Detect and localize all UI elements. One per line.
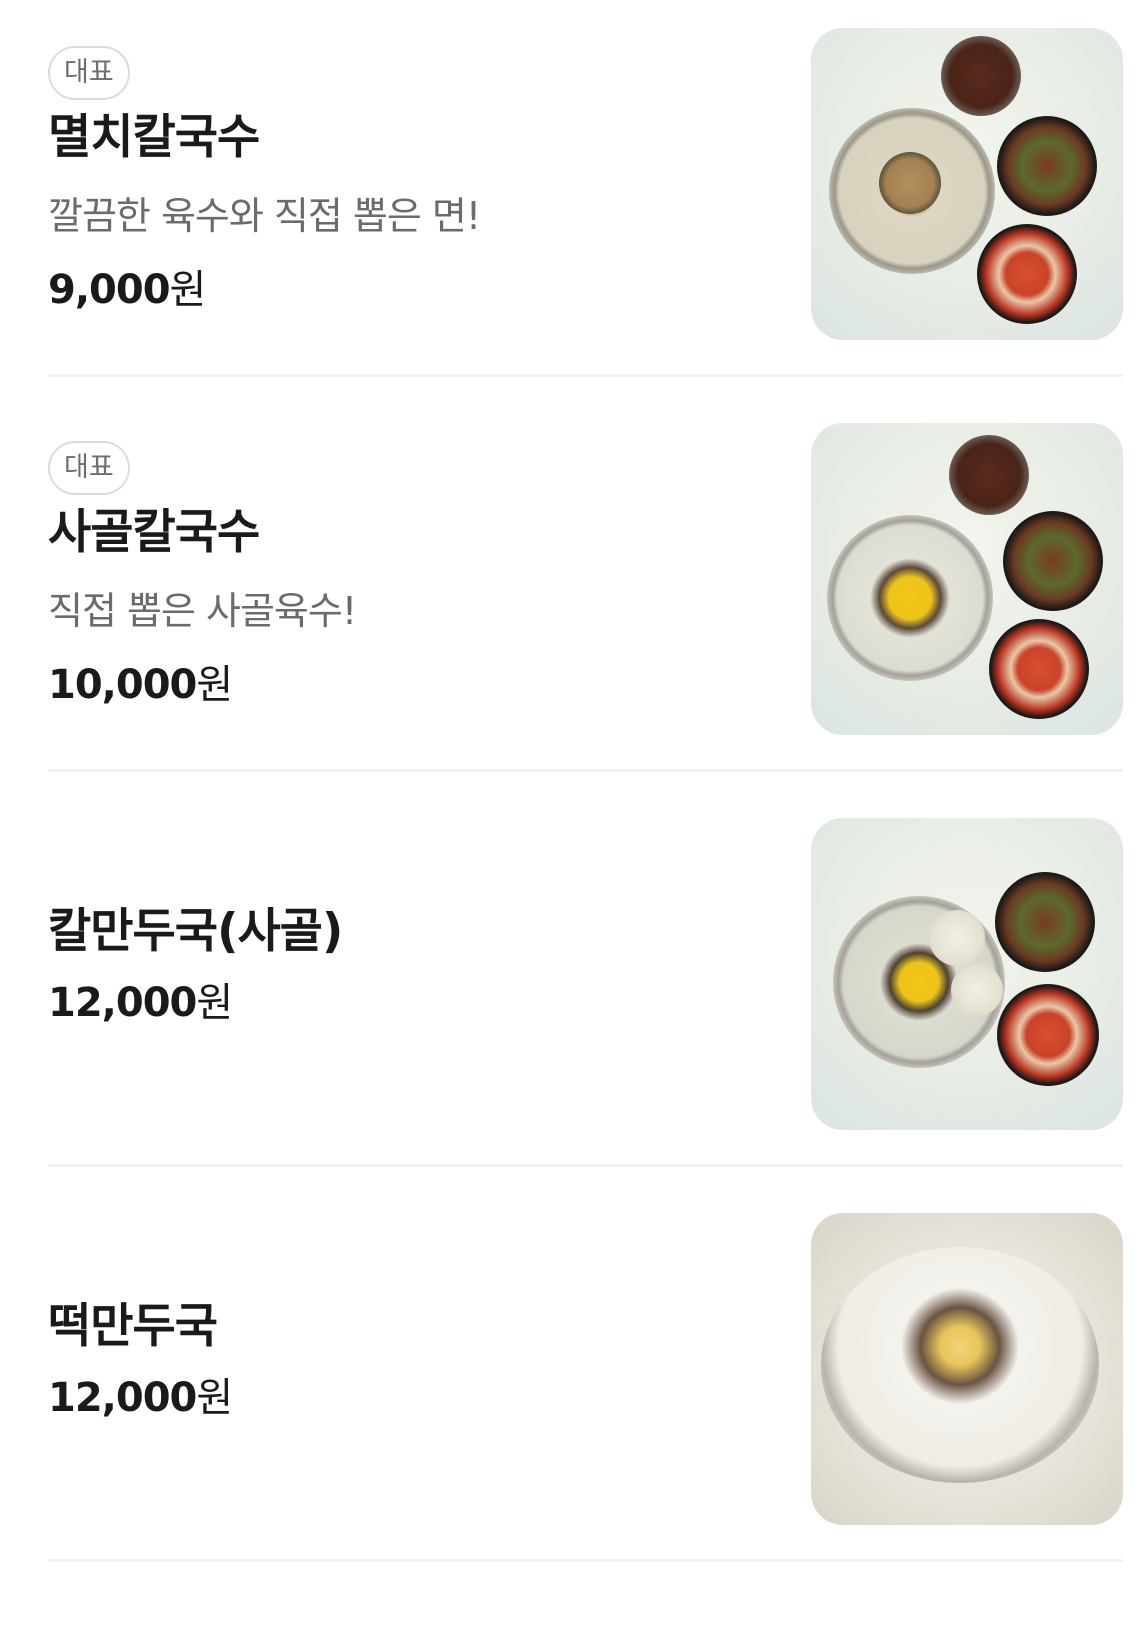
- dumpling-icon: [929, 910, 985, 966]
- kimchi-dish-icon: [977, 224, 1077, 324]
- divider: [48, 769, 1123, 772]
- menu-item-name: 떡만두국: [48, 1299, 218, 1354]
- noodle-garnish-icon: [879, 152, 941, 214]
- menu-item-name: 멸치칼국수: [48, 110, 260, 165]
- signature-badge: 대표: [48, 441, 130, 495]
- menu-item-name: 칼만두국(사골): [48, 904, 343, 959]
- price-unit: 원: [169, 267, 207, 313]
- dumpling-icon: [951, 964, 1003, 1016]
- menu-list: 대표 멸치칼국수 깔끔한 육수와 직접 뽑은 면! 9,000원 대표 사골칼국…: [0, 0, 1141, 1632]
- menu-item-price: 9,000원: [48, 262, 207, 318]
- tteok-mandu-guk-photo[interactable]: [811, 1213, 1123, 1525]
- kimchi-dish-icon: [995, 872, 1095, 972]
- menu-item-price: 10,000원: [48, 657, 233, 713]
- menu-item-price: 12,000원: [48, 1370, 233, 1426]
- kimchi-dish-icon: [989, 619, 1089, 719]
- menu-item-name: 사골칼국수: [48, 505, 260, 560]
- seasoning-dish-icon: [949, 435, 1029, 515]
- menu-item-description: 직접 뽑은 사골육수!: [48, 589, 357, 633]
- anchovy-kalguksu-photo[interactable]: [811, 28, 1123, 340]
- kal-mandu-guk-photo[interactable]: [811, 818, 1123, 1130]
- menu-item-description: 깔끔한 육수와 직접 뽑은 면!: [48, 194, 481, 238]
- price-number: 12,000: [48, 980, 197, 1026]
- kimchi-dish-icon: [997, 116, 1097, 216]
- menu-item-price: 12,000원: [48, 975, 233, 1031]
- price-number: 9,000: [48, 267, 171, 313]
- divider: [48, 1559, 1123, 1562]
- price-number: 10,000: [48, 662, 197, 708]
- price-unit: 원: [196, 1375, 233, 1421]
- kimchi-dish-icon: [997, 984, 1099, 1086]
- price-unit: 원: [196, 662, 233, 708]
- kimchi-dish-icon: [1003, 511, 1103, 611]
- soup-bowl-icon: [821, 1247, 1099, 1483]
- divider: [48, 374, 1123, 377]
- divider: [48, 1164, 1123, 1167]
- price-unit: 원: [196, 980, 233, 1026]
- signature-badge: 대표: [48, 46, 130, 100]
- price-number: 12,000: [48, 1375, 197, 1421]
- sagol-kalguksu-photo[interactable]: [811, 423, 1123, 735]
- noodle-bowl-icon: [827, 515, 993, 681]
- seasoning-dish-icon: [941, 36, 1021, 116]
